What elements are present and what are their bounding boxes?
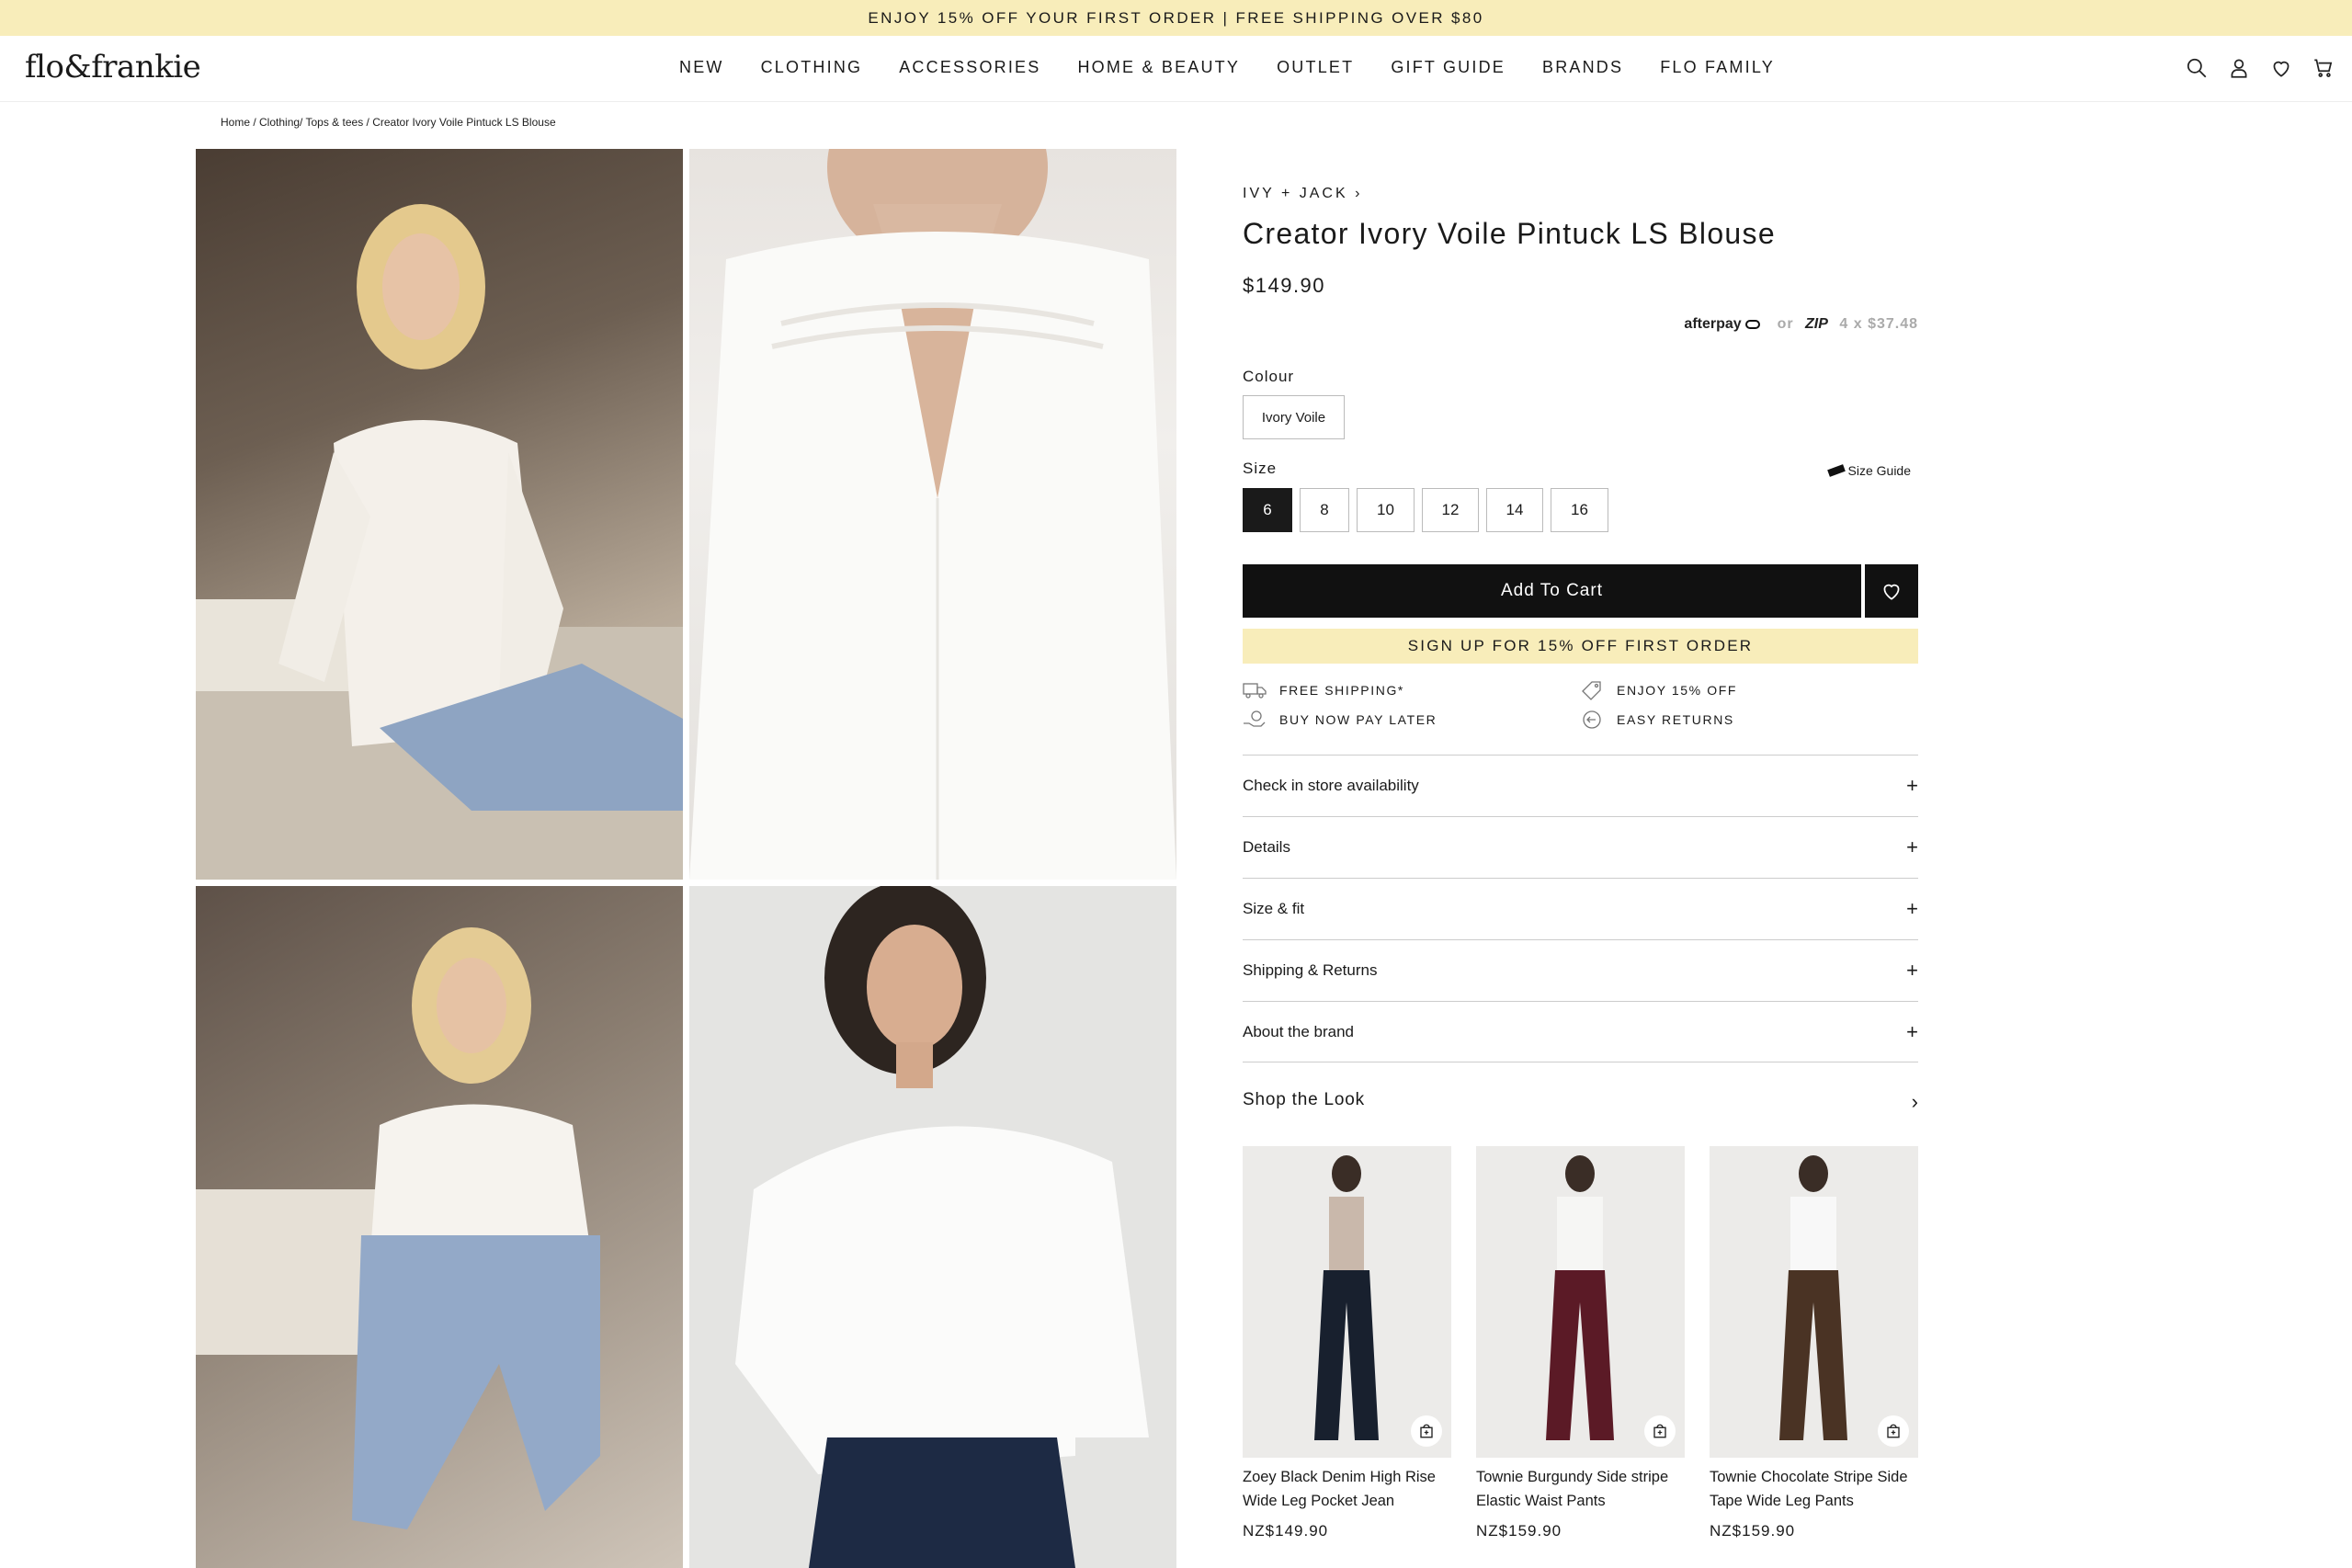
hand-coin-icon	[1244, 710, 1266, 727]
look-item-card[interactable]: Townie Chocolate Stripe Side Tape Wide L…	[1710, 1146, 1918, 1540]
quick-add-bag-icon[interactable]	[1644, 1415, 1676, 1447]
plus-icon: +	[1906, 897, 1918, 920]
header-icons	[2185, 56, 2335, 80]
accordion-label: Details	[1243, 838, 1290, 856]
plus-icon: +	[1906, 1019, 1918, 1043]
look-item-price: NZ$159.90	[1476, 1522, 1562, 1540]
feature-easy-returns-label: EASY RETURNS	[1617, 712, 1734, 727]
site-header: flo&frankie NEW CLOTHING ACCESSORIES HOM…	[0, 36, 2352, 102]
plus-icon: +	[1906, 835, 1918, 858]
accordion-size-fit[interactable]: Size & fit +	[1243, 878, 1918, 939]
promo-bar: ENJOY 15% OFF YOUR FIRST ORDER | FREE SH…	[0, 0, 2352, 36]
search-icon[interactable]	[2185, 56, 2209, 80]
shop-the-look-title[interactable]: Shop the Look	[1243, 1090, 1365, 1110]
look-item-image[interactable]	[1243, 1146, 1451, 1458]
nav-home-beauty[interactable]: HOME & BEAUTY	[1077, 58, 1240, 77]
product-title: Creator Ivory Voile Pintuck LS Blouse	[1243, 217, 1776, 250]
feature-enjoy-off-label: ENJOY 15% OFF	[1617, 683, 1738, 698]
look-item-name[interactable]: Townie Chocolate Stripe Side Tape Wide L…	[1710, 1465, 1918, 1513]
accordion-label: Shipping & Returns	[1243, 961, 1378, 979]
product-price: $149.90	[1243, 274, 1326, 297]
ruler-icon	[1826, 464, 1846, 477]
feature-easy-returns: EASY RETURNS	[1580, 710, 1734, 730]
nav-flo-family[interactable]: FLO FAMILY	[1660, 58, 1775, 77]
nav-outlet[interactable]: OUTLET	[1277, 58, 1354, 77]
bnpl-strip[interactable]: afterpay or ZIP 4 x $37.48	[1684, 316, 1918, 333]
nav-accessories[interactable]: ACCESSORIES	[899, 58, 1040, 77]
accordion-label: About the brand	[1243, 1022, 1354, 1040]
account-icon[interactable]	[2227, 56, 2251, 80]
product-photo-stairs[interactable]	[196, 886, 683, 1568]
look-item-price: NZ$159.90	[1710, 1522, 1796, 1540]
bnpl-or: or	[1777, 316, 1794, 332]
look-item-card[interactable]: Townie Burgundy Side stripe Elastic Wais…	[1476, 1146, 1685, 1540]
accordion-label: Check in store availability	[1243, 777, 1419, 794]
main-nav: NEW CLOTHING ACCESSORIES HOME & BEAUTY O…	[679, 58, 1812, 77]
nav-new[interactable]: NEW	[679, 58, 724, 77]
accordion-label: Size & fit	[1243, 900, 1305, 917]
installments: 4 x $37.48	[1839, 316, 1918, 332]
look-item-image[interactable]	[1476, 1146, 1685, 1458]
look-item-price: NZ$149.90	[1243, 1522, 1329, 1540]
product-photo-seated[interactable]	[196, 149, 683, 880]
size-option[interactable]: 10	[1357, 488, 1415, 532]
product-photo-detail[interactable]	[689, 149, 1176, 880]
colour-swatch[interactable]: Ivory Voile	[1243, 395, 1345, 439]
returns-icon	[1583, 710, 1601, 729]
colour-label: Colour	[1243, 368, 1295, 385]
nav-clothing[interactable]: CLOTHING	[761, 58, 863, 77]
feature-enjoy-off: ENJOY 15% OFF	[1580, 680, 1737, 700]
look-item-card[interactable]: Zoey Black Denim High Rise Wide Leg Pock…	[1243, 1146, 1451, 1540]
size-selector: 6 8 10 12 14 16	[1243, 488, 1608, 532]
wishlist-heart-icon[interactable]	[2269, 56, 2293, 80]
look-item-image[interactable]	[1710, 1146, 1918, 1458]
size-option[interactable]: 6	[1243, 488, 1292, 532]
signup-banner[interactable]: SIGN UP FOR 15% OFF FIRST ORDER	[1243, 629, 1918, 664]
size-guide-label: Size Guide	[1847, 463, 1911, 478]
truck-icon	[1243, 683, 1267, 699]
quick-add-bag-icon[interactable]	[1411, 1415, 1442, 1447]
nav-gift-guide[interactable]: GIFT GUIDE	[1391, 58, 1506, 77]
size-guide-link[interactable]: Size Guide	[1826, 463, 1911, 478]
plus-icon: +	[1906, 959, 1918, 982]
accordion-store-availability[interactable]: Check in store availability +	[1243, 755, 1918, 816]
product-gallery	[196, 149, 1176, 1568]
size-label: Size	[1243, 460, 1278, 477]
brand-link[interactable]: IVY + JACK ›	[1243, 186, 1362, 202]
quick-add-bag-icon[interactable]	[1878, 1415, 1909, 1447]
size-option[interactable]: 12	[1422, 488, 1479, 532]
chevron-right-icon[interactable]: ›	[1912, 1090, 1918, 1114]
look-item-name[interactable]: Townie Burgundy Side stripe Elastic Wais…	[1476, 1465, 1685, 1513]
accordion-about-brand[interactable]: About the brand +	[1243, 1001, 1918, 1062]
product-photo-studio[interactable]	[689, 886, 1176, 1568]
size-option[interactable]: 14	[1486, 488, 1543, 532]
add-to-wishlist-button[interactable]	[1865, 564, 1918, 618]
afterpay-logo: afterpay	[1684, 316, 1742, 332]
nav-brands[interactable]: BRANDS	[1542, 58, 1623, 77]
cart-icon[interactable]	[2312, 56, 2335, 80]
feature-bnpl-label: BUY NOW PAY LATER	[1279, 712, 1437, 727]
afterpay-icon	[1745, 319, 1761, 329]
feature-free-shipping-label: FREE SHIPPING*	[1279, 683, 1404, 698]
heart-icon	[1883, 584, 1900, 600]
promo-text: ENJOY 15% OFF YOUR FIRST ORDER | FREE SH…	[868, 8, 1484, 27]
look-item-name[interactable]: Zoey Black Denim High Rise Wide Leg Pock…	[1243, 1465, 1451, 1513]
add-to-cart-button[interactable]: Add To Cart	[1243, 564, 1861, 618]
feature-bnpl: BUY NOW PAY LATER	[1243, 710, 1437, 730]
accordion-details[interactable]: Details +	[1243, 816, 1918, 878]
size-option[interactable]: 8	[1300, 488, 1349, 532]
zip-logo: ZIP	[1805, 316, 1828, 332]
size-option[interactable]: 16	[1551, 488, 1608, 532]
logo[interactable]: flo&frankie	[25, 49, 201, 85]
plus-icon: +	[1906, 774, 1918, 797]
breadcrumb[interactable]: Home / Clothing/ Tops & tees / Creator I…	[221, 116, 556, 129]
tag-icon	[1582, 681, 1601, 700]
accordion-shipping-returns[interactable]: Shipping & Returns +	[1243, 939, 1918, 1001]
feature-free-shipping: FREE SHIPPING*	[1243, 680, 1404, 700]
